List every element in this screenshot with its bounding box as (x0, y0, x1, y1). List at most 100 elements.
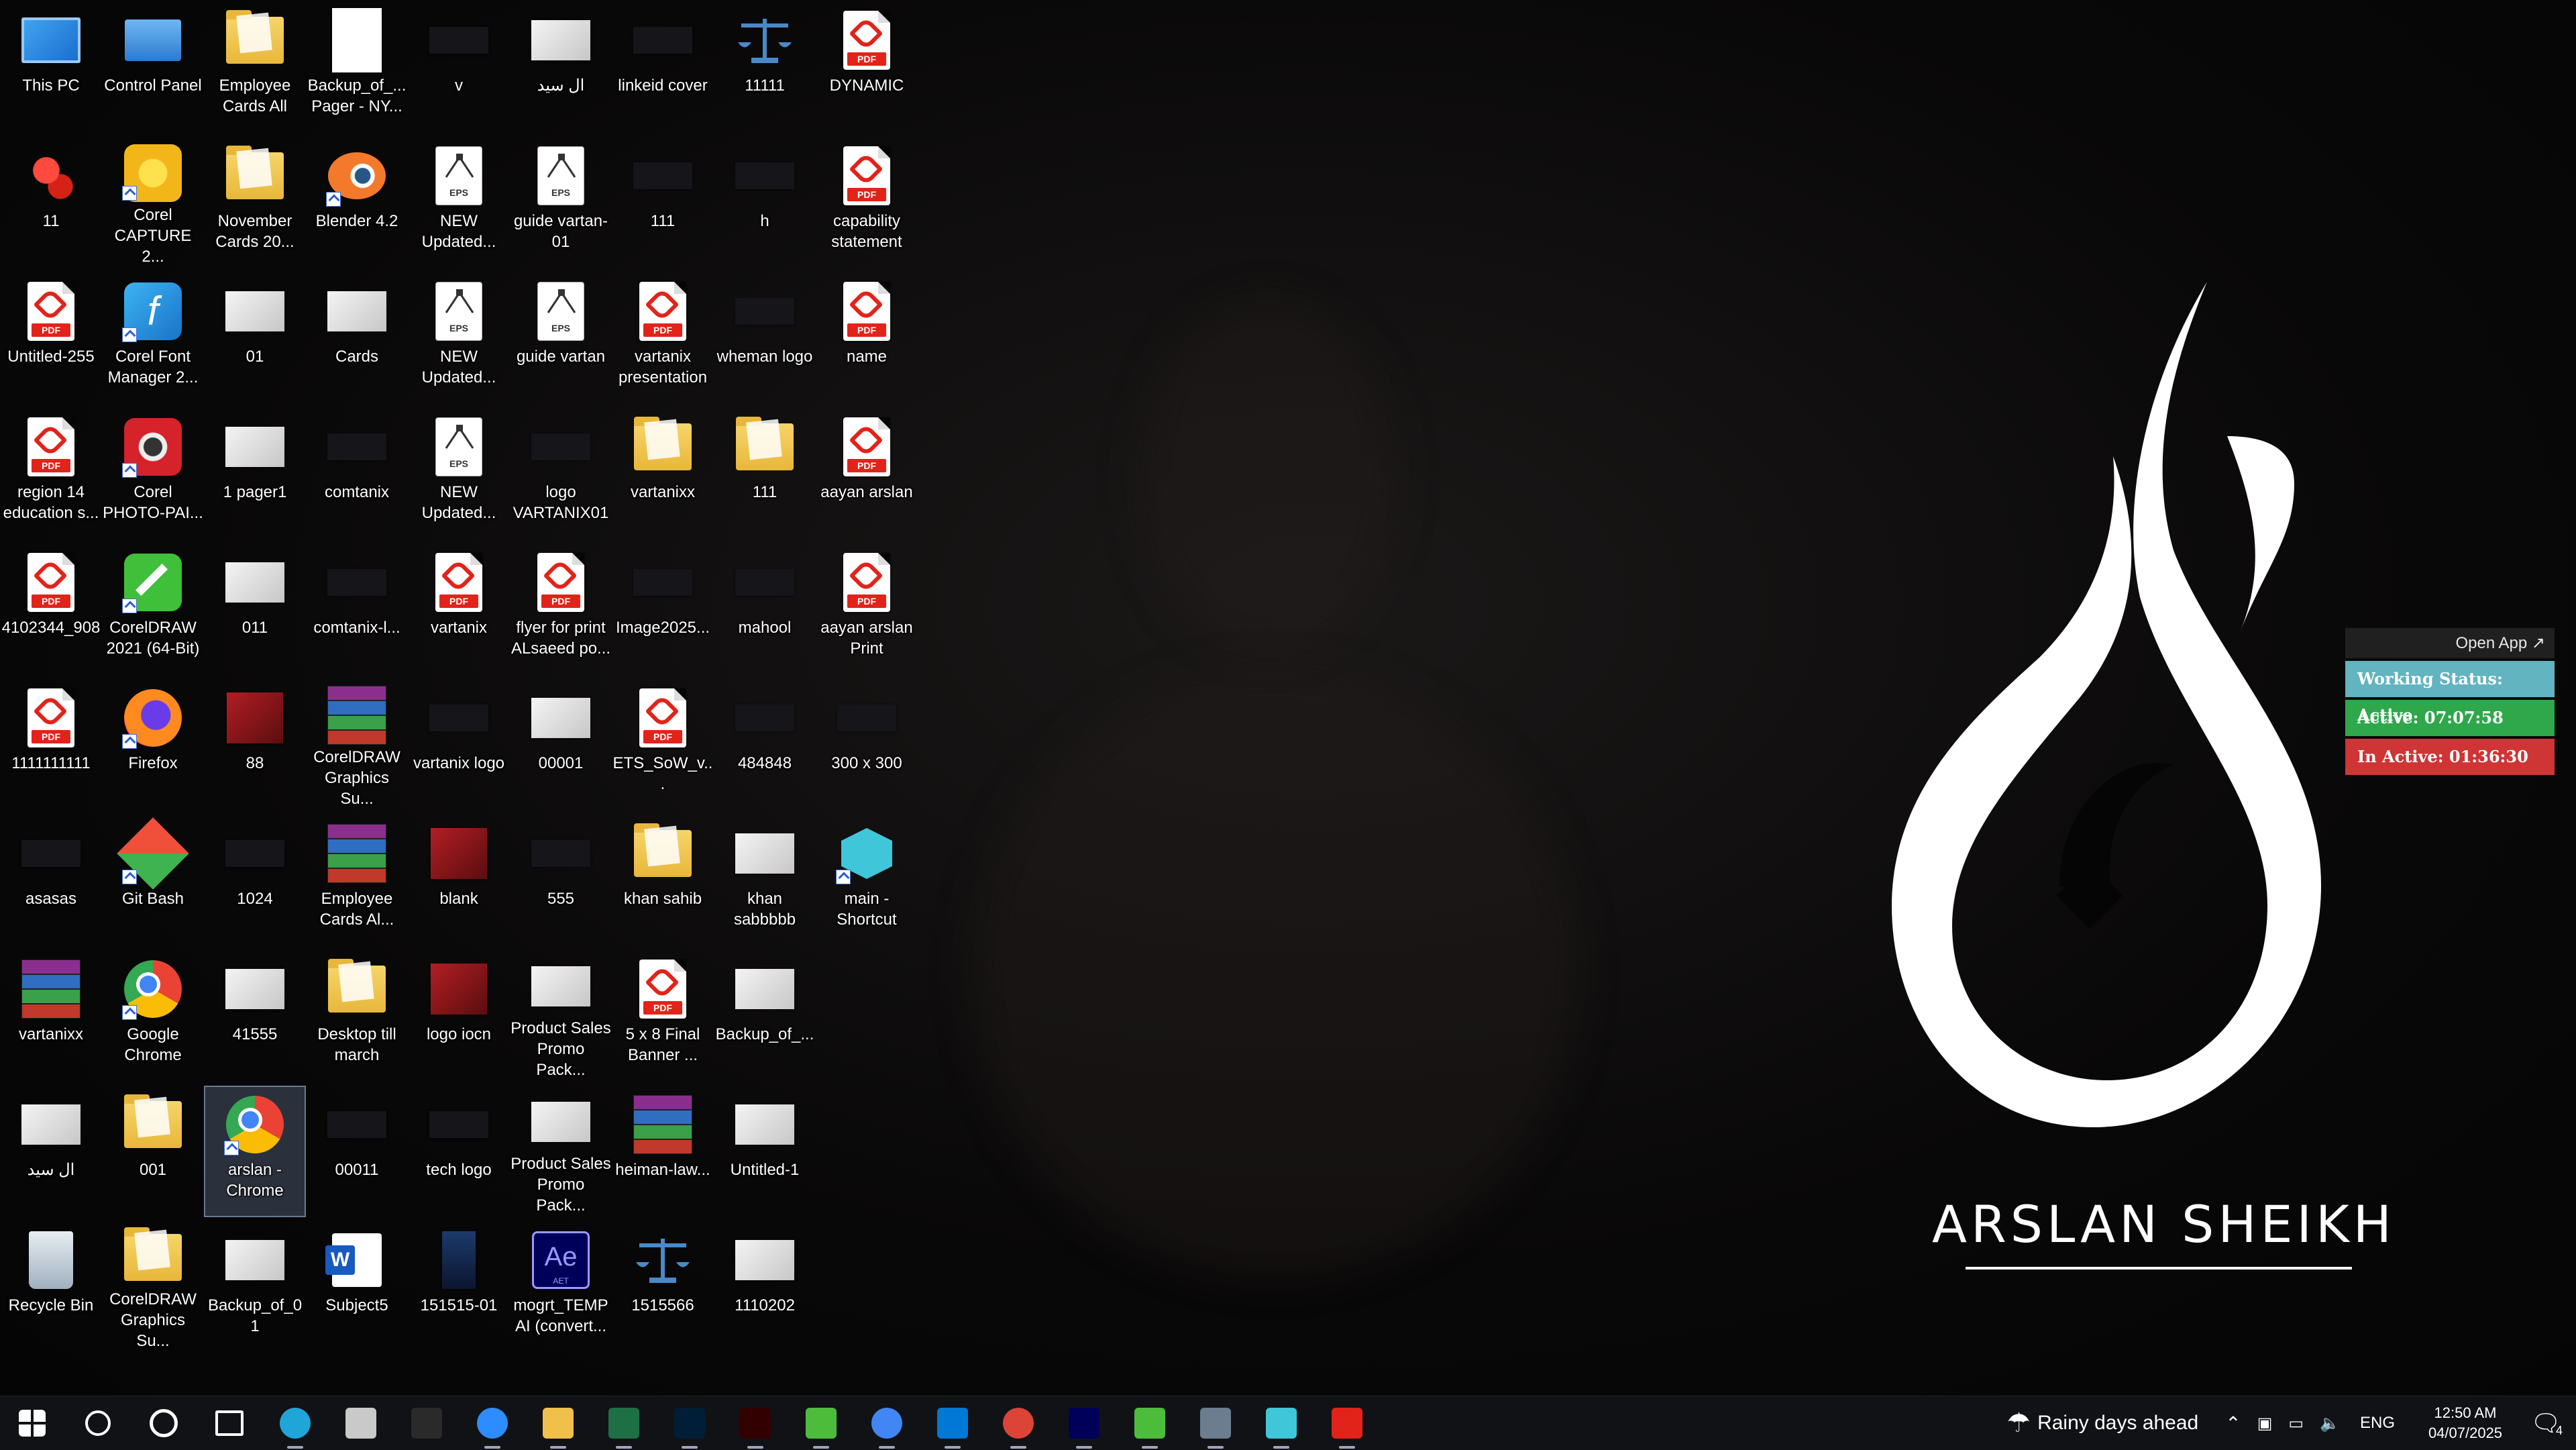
start-button[interactable] (0, 1396, 64, 1450)
desktop-icon[interactable]: 111 (714, 408, 816, 539)
desktop-icon[interactable]: 001 (102, 1086, 204, 1217)
desktop-icon[interactable]: Backup_of_01 (204, 1221, 306, 1353)
desktop-icon[interactable]: PDF 5 x 8 Final Banner ... (612, 950, 714, 1082)
desktop-icon[interactable]: PDF DYNAMIC (816, 1, 918, 133)
desktop-icon[interactable]: PDF 1111111111 (0, 679, 102, 811)
desktop-icon[interactable]: PDF Untitled-255 (0, 272, 102, 404)
desktop-icon[interactable]: Employee Cards All (204, 1, 306, 133)
zoom-app[interactable] (460, 1396, 525, 1450)
desktop-icon[interactable]: EPS NEW Updated... (408, 137, 510, 268)
desktop-icon[interactable]: 00001 (510, 679, 612, 811)
desktop-icon[interactable]: 1110202 (714, 1221, 816, 1353)
desktop-icon[interactable]: Backup_of_... (714, 950, 816, 1082)
desktop-icon[interactable]: Untitled-1 (714, 1086, 816, 1217)
desktop-icon[interactable]: Image2025... (612, 543, 714, 675)
desktop-icon[interactable]: heiman-law... (612, 1086, 714, 1217)
excel-app[interactable] (592, 1396, 656, 1450)
desktop-icon[interactable]: EPS guide vartan (510, 272, 612, 404)
desktop-icon[interactable]: comtanix (306, 408, 408, 539)
desktop-icon[interactable]: CorelDRAW Graphics Su... (102, 1221, 204, 1353)
desktop-icon[interactable]: Product Sales Promo Pack... (510, 1086, 612, 1217)
calculator-app[interactable] (1183, 1396, 1248, 1450)
vscode-app[interactable] (920, 1396, 985, 1450)
desktop-icon[interactable]: 011 (204, 543, 306, 675)
desktop-icon[interactable]: wheman logo (714, 272, 816, 404)
desktop-icon[interactable]: Firefox (102, 679, 204, 811)
weather-text[interactable]: Rainy days ahead (2037, 1412, 2198, 1435)
desktop-icon[interactable]: Product Sales Promo Pack... (510, 950, 612, 1082)
coreldraw-app[interactable] (789, 1396, 853, 1450)
weather-icon[interactable]: ☂ (2006, 1408, 2031, 1439)
meet-icon[interactable]: ▣ (2257, 1414, 2273, 1433)
desktop-icon[interactable]: PDF 4102344_908 (0, 543, 102, 675)
desktop-icon[interactable]: Cards (306, 272, 408, 404)
desktop-icon[interactable]: PDF vartanix presentation (612, 272, 714, 404)
desktop-icon[interactable]: PDF aayan arslan Print (816, 543, 918, 675)
desktop-icon[interactable]: tech logo (408, 1086, 510, 1217)
desktop-icon[interactable]: November Cards 20... (204, 137, 306, 268)
coreldraw-2-app[interactable] (1118, 1396, 1182, 1450)
desktop-icon[interactable]: khan sabbbbb (714, 815, 816, 946)
desktop-icon[interactable]: PDF aayan arslan (816, 408, 918, 539)
chevron-up-icon[interactable]: ⌃ (2225, 1412, 2241, 1435)
desktop-icon[interactable]: vartanixx (612, 408, 714, 539)
desktop-icon[interactable]: 00011 (306, 1086, 408, 1217)
desktop-icon[interactable]: logo VARTANIX01 (510, 408, 612, 539)
desktop[interactable]: This PC Control Panel Employee Cards All Ba… (0, 0, 2576, 1396)
terminal-app[interactable] (394, 1396, 459, 1450)
desktop-icon[interactable]: khan sahib (612, 815, 714, 946)
premiere-app[interactable] (1052, 1396, 1116, 1450)
acrobat-app[interactable] (1315, 1396, 1379, 1450)
desktop-icon[interactable]: Git Bash (102, 815, 204, 946)
search-button[interactable] (66, 1396, 130, 1450)
desktop-icon[interactable]: Control Panel (102, 1, 204, 133)
desktop-icon[interactable]: 88 (204, 679, 306, 811)
desktop-icon[interactable]: mahool (714, 543, 816, 675)
desktop-icon[interactable]: Google Chrome (102, 950, 204, 1082)
desktop-icon[interactable]: CorelDRAW 2021 (64-Bit) (102, 543, 204, 675)
edge-app[interactable] (263, 1396, 327, 1450)
desktop-icon[interactable]: 555 (510, 815, 612, 946)
desktop-icon[interactable]: 01 (204, 272, 306, 404)
chrome-app[interactable] (855, 1396, 919, 1450)
desktop-icon[interactable]: Corel PHOTO-PAI... (102, 408, 204, 539)
desktop-icon[interactable]: 11111 (714, 1, 816, 133)
volume-icon[interactable]: 🔈 (2320, 1414, 2340, 1433)
desktop-icon[interactable]: asasas (0, 815, 102, 946)
desktop-icon[interactable]: 41555 (204, 950, 306, 1082)
network-icon[interactable]: ▭ (2288, 1414, 2304, 1433)
chrome-profile-app[interactable] (986, 1396, 1051, 1450)
task-view-button[interactable] (197, 1396, 262, 1450)
desktop-icon[interactable]: CorelDRAW Graphics Su... (306, 679, 408, 811)
cortana-button[interactable] (131, 1396, 196, 1450)
desktop-icon[interactable]: vartanixx (0, 950, 102, 1082)
desktop-icon[interactable]: PDF capability statement (816, 137, 918, 268)
open-app-link[interactable]: Open App ↗ (2345, 628, 2555, 658)
desktop-icon[interactable]: This PC (0, 1, 102, 133)
desktop-icon[interactable]: blank (408, 815, 510, 946)
desktop-icon[interactable]: Backup_of_... Pager - NY... (306, 1, 408, 133)
desktop-icon[interactable]: 484848 (714, 679, 816, 811)
desktop-icon[interactable]: Desktop till march (306, 950, 408, 1082)
desktop-icon[interactable]: Employee Cards Al... (306, 815, 408, 946)
file-explorer-app[interactable] (526, 1396, 590, 1450)
desktop-icon[interactable]: PDF region 14 education s... (0, 408, 102, 539)
desktop-icon[interactable]: EPS guide vartan-01 (510, 137, 612, 268)
desktop-icon[interactable]: h (714, 137, 816, 268)
desktop-icon[interactable]: arslan - Chrome (204, 1086, 306, 1217)
clock[interactable]: 12:50 AM 04/07/2025 (2415, 1403, 2516, 1443)
desktop-icon[interactable]: Recycle Bin (0, 1221, 102, 1353)
desktop-icon[interactable]: Ae mogrt_TEMP AI (convert... (510, 1221, 612, 1353)
desktop-icon[interactable]: logo iocn (408, 950, 510, 1082)
photoshop-app[interactable] (657, 1396, 722, 1450)
desktop-icon[interactable]: 300 x 300 (816, 679, 918, 811)
desktop-icon[interactable]: ال سید (510, 1, 612, 133)
desktop-icon[interactable]: PDF vartanix (408, 543, 510, 675)
desktop-icon[interactable]: v (408, 1, 510, 133)
main-app[interactable] (1249, 1396, 1313, 1450)
desktop-icon[interactable]: 151515-01 (408, 1221, 510, 1353)
notification-center[interactable]: 🗨 4 (2516, 1396, 2576, 1450)
desktop-icon[interactable]: ال سید (0, 1086, 102, 1217)
desktop-icon[interactable]: EPS NEW Updated... (408, 272, 510, 404)
desktop-icon[interactable]: 1515566 (612, 1221, 714, 1353)
